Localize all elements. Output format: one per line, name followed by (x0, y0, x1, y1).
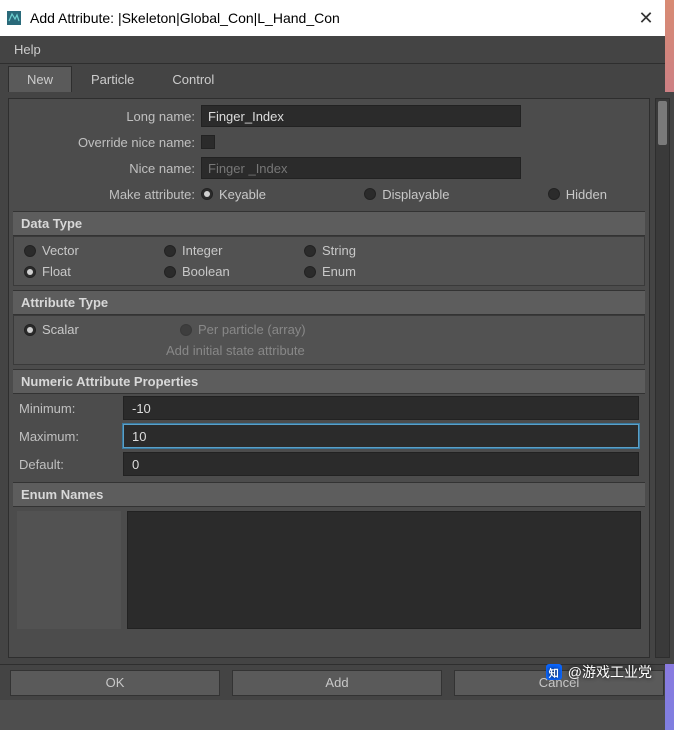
radio-displayable[interactable]: Displayable (364, 187, 449, 202)
tab-new[interactable]: New (8, 66, 72, 93)
scrollbar-thumb[interactable] (658, 101, 667, 145)
enum-labels-area (17, 511, 121, 629)
radio-float[interactable]: Float (24, 264, 136, 279)
addinitial-label: Add initial state attribute (166, 343, 305, 358)
add-button[interactable]: Add (232, 670, 442, 696)
app-icon (6, 10, 22, 26)
minimum-input[interactable] (123, 396, 639, 420)
maximum-input[interactable] (123, 424, 639, 448)
zhihu-icon: 知 (546, 664, 562, 680)
make-attr-label: Make attribute: (13, 187, 201, 202)
main-panel: Long name: Override nice name: Nice name… (8, 98, 650, 658)
menubar: Help (0, 36, 674, 64)
radio-integer[interactable]: Integer (164, 243, 276, 258)
nice-name-label: Nice name: (13, 161, 201, 176)
tabbar: New Particle Control (0, 64, 674, 92)
minimum-label: Minimum: (13, 401, 123, 416)
default-label: Default: (13, 457, 123, 472)
override-nice-checkbox[interactable] (201, 135, 215, 149)
radio-enum[interactable]: Enum (304, 264, 416, 279)
nice-name-input (201, 157, 521, 179)
menu-help[interactable]: Help (8, 38, 47, 61)
override-nice-label: Override nice name: (13, 135, 201, 150)
maximum-label: Maximum: (13, 429, 123, 444)
close-icon[interactable]: ✕ (624, 8, 668, 29)
radio-boolean[interactable]: Boolean (164, 264, 276, 279)
section-enum: Enum Names (13, 482, 645, 507)
section-datatype: Data Type (13, 211, 645, 236)
tab-particle[interactable]: Particle (72, 66, 153, 92)
scrollbar[interactable] (655, 98, 670, 658)
radio-keyable[interactable]: Keyable (201, 187, 266, 202)
radio-scalar[interactable]: Scalar (24, 322, 152, 337)
window-title: Add Attribute: |Skeleton|Global_Con|L_Ha… (30, 10, 624, 26)
tab-control[interactable]: Control (153, 66, 233, 92)
radio-perparticle: Per particle (array) (180, 322, 306, 337)
radio-string[interactable]: String (304, 243, 416, 258)
section-numeric: Numeric Attribute Properties (13, 369, 645, 394)
long-name-input[interactable] (201, 105, 521, 127)
default-input[interactable] (123, 452, 639, 476)
radio-hidden[interactable]: Hidden (548, 187, 607, 202)
radio-vector[interactable]: Vector (24, 243, 136, 258)
titlebar: Add Attribute: |Skeleton|Global_Con|L_Ha… (0, 0, 674, 36)
long-name-label: Long name: (13, 109, 201, 124)
watermark: 知 @游戏工业党 (546, 662, 652, 682)
section-attrtype: Attribute Type (13, 290, 645, 315)
ok-button[interactable]: OK (10, 670, 220, 696)
enum-list[interactable] (127, 511, 641, 629)
